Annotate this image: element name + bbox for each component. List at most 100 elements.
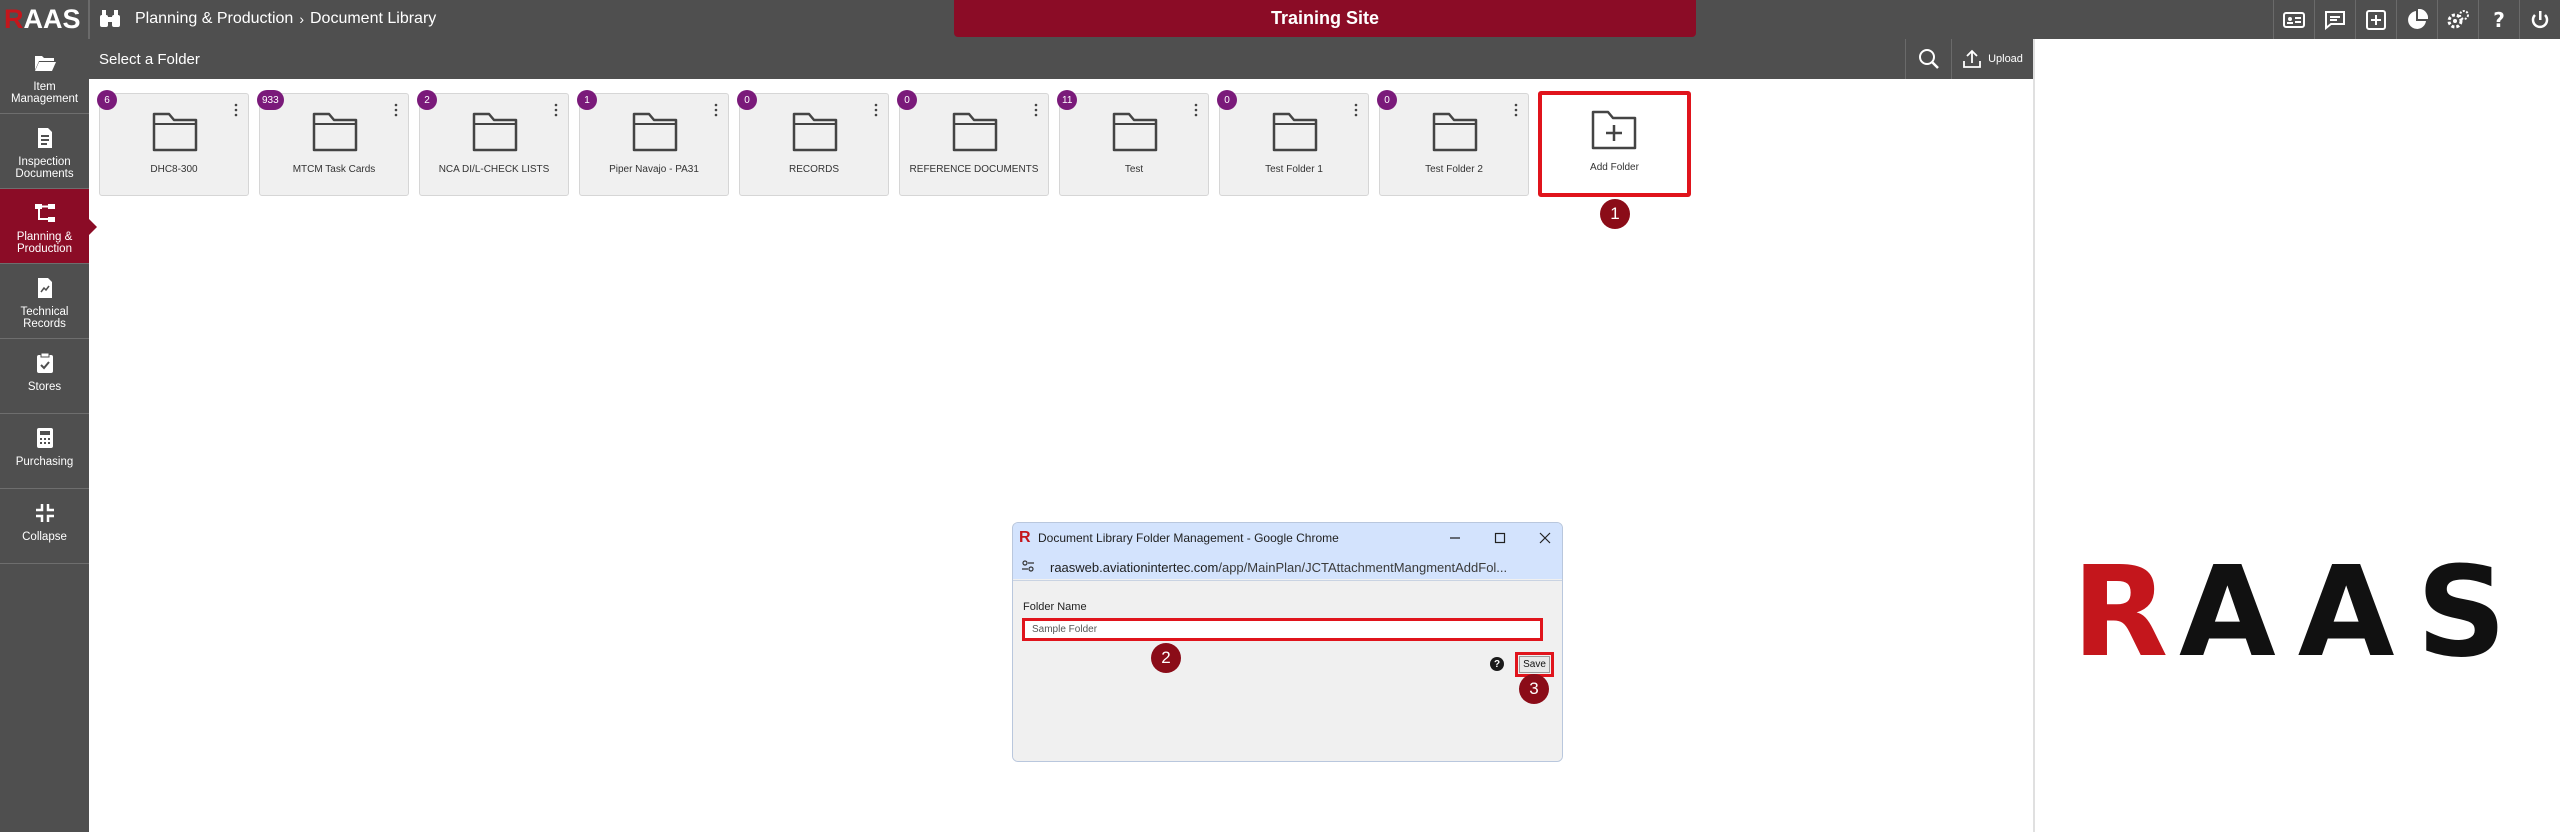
- folder-icon: [472, 112, 518, 152]
- more-options-icon[interactable]: [1194, 103, 1198, 117]
- sidebar-item-stores[interactable]: Stores: [0, 339, 89, 414]
- folder-tile[interactable]: 6 DHC8-300: [97, 90, 249, 196]
- breadcrumb-item[interactable]: Document Library: [310, 10, 436, 28]
- url-domain: raasweb.aviationintertec.com: [1050, 560, 1219, 575]
- folder-name: NCA DI/L-CHECK LISTS: [438, 164, 550, 175]
- add-box-icon[interactable]: [2355, 0, 2396, 39]
- more-options-icon[interactable]: [234, 103, 238, 117]
- top-icons: ?: [2273, 0, 2560, 39]
- id-card-icon[interactable]: [2273, 0, 2314, 39]
- close-icon: [1539, 532, 1551, 544]
- folder-open-icon: [34, 56, 56, 71]
- close-button[interactable]: [1535, 528, 1555, 548]
- folder-count-badge: 0: [737, 90, 757, 110]
- clipboard-icon: [36, 352, 53, 373]
- sidebar-item-technical-records[interactable]: Technical Records: [0, 264, 89, 339]
- breadcrumb: Planning & Production › Document Library: [135, 10, 436, 28]
- logo-r: R: [4, 4, 24, 34]
- site-banner: Training Site: [954, 0, 1696, 37]
- more-options-icon[interactable]: [1514, 103, 1518, 117]
- pie-chart-icon[interactable]: [2396, 0, 2437, 39]
- sidebar-item-collapse[interactable]: Collapse: [0, 489, 89, 564]
- search-icon: [1918, 49, 1939, 69]
- settings-icon[interactable]: [2437, 0, 2478, 39]
- folder-add-icon: [1591, 110, 1637, 150]
- upload-label: Upload: [1988, 53, 2023, 65]
- folder-tile[interactable]: 1 Piper Navajo - PA31: [577, 90, 729, 196]
- folder-icon: [1272, 112, 1318, 152]
- folder-tile[interactable]: 0 Test Folder 1: [1217, 90, 1369, 196]
- url-path: /app/MainPlan/JCTAttachmentMangmentAddFo…: [1218, 560, 1508, 575]
- more-options-icon[interactable]: [1034, 103, 1038, 117]
- more-options-icon[interactable]: [554, 103, 558, 117]
- folder-name-input[interactable]: [1022, 618, 1543, 641]
- more-options-icon[interactable]: [874, 103, 878, 117]
- folder-icon: [1112, 112, 1158, 152]
- sidebar-item-inspection-documents[interactable]: Inspection Documents: [0, 114, 89, 189]
- svg-text:AAS: AAS: [2179, 555, 2522, 660]
- window-title: Document Library Folder Management - Goo…: [1038, 531, 1339, 545]
- flow-chart-icon: [34, 204, 55, 222]
- step-marker: 1: [1600, 199, 1630, 229]
- folder-name: MTCM Task Cards: [292, 164, 376, 175]
- breadcrumb-item[interactable]: Planning & Production: [135, 10, 293, 28]
- divider: [88, 0, 90, 39]
- folder-name: DHC8-300: [150, 164, 198, 175]
- raas-brand-logo: R AAS: [2072, 555, 2522, 660]
- power-icon[interactable]: [2519, 0, 2560, 39]
- help-icon[interactable]: ?: [2478, 0, 2519, 39]
- sidebar-item-label: Technical Records: [20, 306, 69, 330]
- help-icon[interactable]: ?: [1490, 657, 1504, 671]
- upload-button[interactable]: Upload: [1951, 39, 2033, 79]
- step-marker: 2: [1151, 643, 1181, 673]
- app-logo[interactable]: R AAS: [4, 2, 81, 37]
- window-titlebar: R Document Library Folder Management - G…: [1013, 523, 1562, 553]
- folder-tile[interactable]: 0 REFERENCE DOCUMENTS: [897, 90, 1049, 196]
- maximize-button[interactable]: [1490, 528, 1510, 548]
- address-bar[interactable]: raasweb.aviationintertec.com/app/MainPla…: [1013, 553, 1562, 579]
- sidebar-item-planning-production[interactable]: Planning & Production: [0, 189, 97, 264]
- folder-name: Piper Navajo - PA31: [609, 164, 699, 175]
- binoculars-icon[interactable]: [98, 9, 122, 29]
- folder-icon: [312, 112, 358, 152]
- folder-toolbar: Select a Folder Upload: [89, 39, 2033, 79]
- folder-tile[interactable]: 0 Test Folder 2: [1377, 90, 1529, 196]
- sidebar-item-label: Purchasing: [15, 456, 74, 468]
- logo-text: AAS: [23, 4, 81, 34]
- folder-count-badge: 933: [257, 90, 284, 110]
- records-icon: [37, 278, 52, 298]
- folder-tile[interactable]: 2 NCA DI/L-CHECK LISTS: [417, 90, 569, 196]
- folder-tile[interactable]: 933 MTCM Task Cards: [257, 90, 409, 196]
- minimize-button[interactable]: [1445, 528, 1465, 548]
- folder-count-badge: 2: [417, 90, 437, 110]
- top-bar: R AAS Planning & Production › Document Li…: [0, 0, 2560, 39]
- folder-count-badge: 0: [1217, 90, 1237, 110]
- more-options-icon[interactable]: [714, 103, 718, 117]
- collapse-icon: [35, 504, 54, 522]
- chevron-right-icon: ›: [299, 11, 304, 27]
- sidebar-item-label: Inspection Documents: [15, 156, 74, 180]
- folder-name: REFERENCE DOCUMENTS: [909, 164, 1039, 175]
- folder-icon: [632, 112, 678, 152]
- more-options-icon[interactable]: [394, 103, 398, 117]
- search-button[interactable]: [1905, 39, 1951, 79]
- save-button[interactable]: Save: [1519, 656, 1550, 673]
- folder-tile[interactable]: 11 Test: [1057, 90, 1209, 196]
- folder-icon: [1432, 112, 1478, 152]
- sidebar-item-label: Collapse: [22, 531, 67, 543]
- panel-divider: [2033, 39, 2035, 832]
- minimize-icon: [1450, 537, 1460, 539]
- step-marker: 3: [1519, 674, 1549, 704]
- sidebar-item-item-management[interactable]: Item Management: [0, 39, 89, 114]
- more-options-icon[interactable]: [1354, 103, 1358, 117]
- chat-icon[interactable]: [2314, 0, 2355, 39]
- svg-text:?: ?: [2493, 9, 2505, 31]
- site-settings-icon[interactable]: [1021, 559, 1035, 573]
- calculator-icon: [36, 428, 53, 448]
- folder-count-badge: 0: [897, 90, 917, 110]
- sidebar-item-purchasing[interactable]: Purchasing: [0, 414, 89, 489]
- folder-count-badge: 11: [1057, 90, 1078, 110]
- folder-tile[interactable]: 0 RECORDS: [737, 90, 889, 196]
- folder-management-window: R Document Library Folder Management - G…: [1012, 522, 1563, 762]
- add-folder-tile[interactable]: Add Folder: [1538, 91, 1691, 197]
